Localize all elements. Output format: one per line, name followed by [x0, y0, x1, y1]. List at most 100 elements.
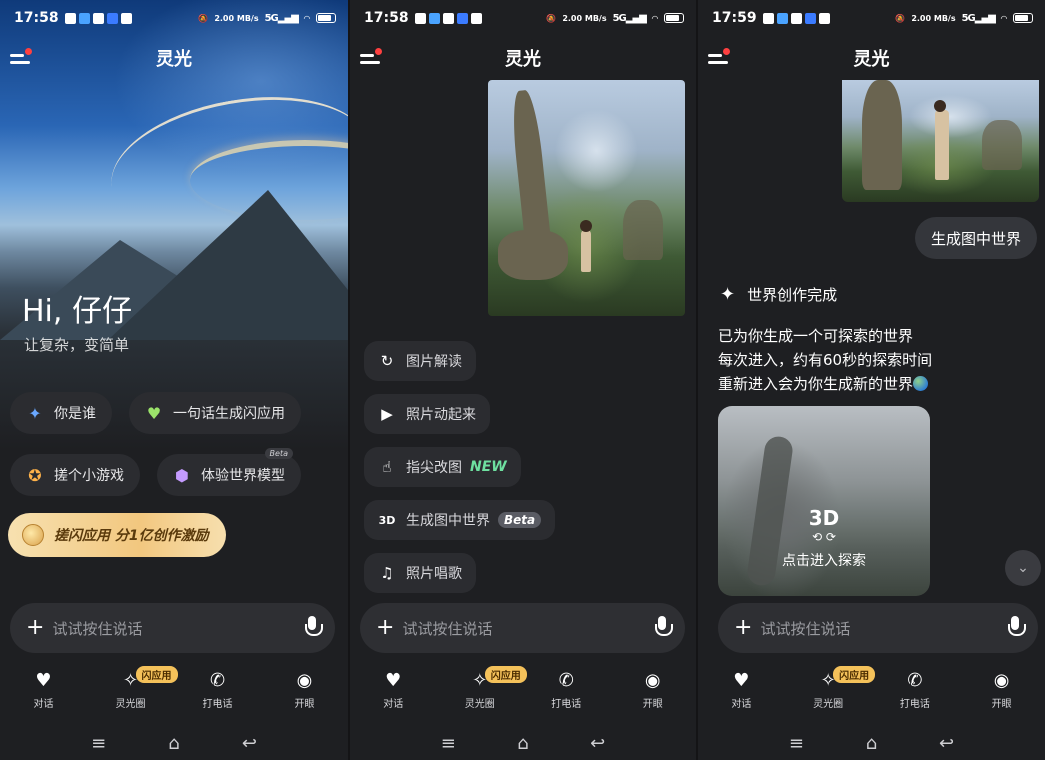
result-message: 已为你生成一个可探索的世界 每次进入，约有60秒的探索时间 重新进入会为你生成新…: [718, 327, 933, 393]
app-header: 灵光: [350, 40, 696, 76]
notification-icon: [762, 12, 774, 24]
app-header: 灵光: [0, 40, 348, 76]
chip-make-game[interactable]: ✪ 搓个小游戏: [10, 454, 140, 496]
beta-tag: Beta: [264, 448, 293, 459]
microphone-icon[interactable]: [305, 616, 323, 640]
cube-icon: ⬢: [175, 465, 189, 485]
refresh-icon: ↻: [380, 352, 394, 370]
app-title: 灵光: [853, 49, 890, 70]
greeting: Hi, 仔仔: [22, 294, 132, 329]
back-icon[interactable]: ↩: [590, 733, 605, 754]
home-icon[interactable]: ⌂: [168, 733, 179, 754]
mute-icon: 🔕: [546, 13, 557, 23]
status-time: 17:58: [14, 10, 59, 26]
notification-dot: [375, 48, 382, 55]
eye-icon: ◉: [993, 669, 1010, 691]
tool-fingertip-edit[interactable]: ☝ 指尖改图 NEW: [364, 447, 521, 487]
dinosaur-far: [623, 200, 663, 260]
plus-icon[interactable]: +: [734, 617, 752, 639]
chip-who-are-you[interactable]: ✦ 你是谁: [10, 392, 112, 434]
scroll-down-button[interactable]: ⌄: [1005, 550, 1041, 586]
nav-chat[interactable]: ♥ 对话: [9, 668, 79, 718]
menu-icon[interactable]: ≡: [441, 733, 456, 754]
heart-sparkle-icon: ♥: [146, 403, 162, 423]
plus-icon[interactable]: +: [26, 617, 44, 639]
notification-icon: [818, 12, 830, 24]
nav-lingguang-circle[interactable]: ✧ 灵光圈 闪应用: [793, 666, 876, 718]
promo-banner[interactable]: 搓闪应用 分1亿创作激励: [8, 513, 226, 557]
music-note-icon: ♫: [380, 564, 394, 582]
uploaded-image[interactable]: [488, 80, 685, 316]
notification-icon: [804, 12, 816, 24]
nav-chat[interactable]: ♥ 对话: [358, 668, 428, 718]
nav-lingguang-circle[interactable]: ✧ 灵光圈 闪应用: [445, 666, 527, 718]
nav-open-eye[interactable]: ◉ 开眼: [270, 668, 340, 718]
menu-icon[interactable]: ≡: [789, 733, 804, 754]
chip-generate-flash-app[interactable]: ♥ 一句话生成闪应用: [129, 392, 301, 434]
signal-icon: 5G▂▄▆: [612, 12, 647, 24]
eye-icon: ◉: [644, 669, 661, 691]
nav-open-eye[interactable]: ◉ 开眼: [618, 668, 688, 718]
uploaded-image[interactable]: [842, 80, 1039, 202]
notification-icon: [442, 12, 454, 24]
world-screen: 17:59 🔕 2.00 MB/s 5G▂▄▆ ◠ 灵光 生成图中世界 ✦ 世界…: [698, 0, 1045, 760]
nav-lingguang-circle[interactable]: ✧ 灵光圈 闪应用: [96, 666, 178, 718]
nav-call[interactable]: ✆ 打电话: [183, 668, 253, 718]
beta-tag: Beta: [498, 512, 542, 528]
chip-world-model[interactable]: ⬢ 体验世界模型 Beta: [157, 448, 301, 496]
signal-icon: 5G▂▄▆: [961, 12, 996, 24]
home-icon[interactable]: ⌂: [866, 733, 877, 754]
status-bar: 17:58 🔕 2.00 MB/s 5G▂▄▆ ◠: [350, 0, 696, 36]
voice-input[interactable]: + 试试按住说话: [360, 603, 685, 653]
back-icon[interactable]: ↩: [242, 733, 257, 754]
status-bar: 17:58 🔕 2.00 MB/s 5G▂▄▆ ◠: [0, 0, 348, 36]
nav-chat[interactable]: ♥ 对话: [706, 668, 776, 718]
phone-icon: ✆: [907, 669, 923, 691]
bottom-nav: ♥ 对话 ✧ 灵光圈 闪应用 ✆ 打电话 ◉ 开眼: [698, 666, 1045, 718]
mute-icon: 🔕: [198, 13, 209, 23]
tool-animate-photo[interactable]: ▶ 照片动起来: [364, 394, 490, 434]
menu-button[interactable]: [10, 48, 34, 68]
wifi-icon: ◠: [1000, 13, 1007, 23]
sparkle-icon: ✦: [720, 284, 736, 305]
status-bar: 17:59 🔕 2.00 MB/s 5G▂▄▆ ◠: [698, 0, 1045, 36]
phone-icon: ✆: [209, 669, 226, 691]
plus-icon[interactable]: +: [376, 617, 394, 639]
back-icon[interactable]: ↩: [939, 733, 954, 754]
new-tag: NEW: [470, 459, 507, 475]
input-placeholder: 试试按住说话: [760, 619, 851, 638]
dinosaur-far: [982, 120, 1022, 170]
flash-app-badge: 闪应用: [484, 666, 527, 683]
tool-image-reading[interactable]: ↻ 图片解读: [364, 341, 476, 381]
system-nav: ≡ ⌂ ↩: [350, 728, 696, 758]
menu-icon[interactable]: ≡: [91, 733, 106, 754]
nav-call[interactable]: ✆ 打电话: [880, 668, 950, 718]
tool-generate-world[interactable]: 3D 生成图中世界 Beta: [364, 500, 556, 540]
input-placeholder: 试试按住说话: [402, 619, 493, 638]
menu-button[interactable]: [360, 48, 384, 68]
tools-screen: 17:58 🔕 2.00 MB/s 5G▂▄▆ ◠ 灵光 ↻ 图片解读 ▶ 照片…: [350, 0, 696, 760]
tool-photo-sing[interactable]: ♫ 照片唱歌: [364, 553, 476, 593]
network-speed: 2.00 MB/s: [911, 13, 956, 23]
system-nav: ≡ ⌂ ↩: [698, 728, 1045, 758]
menu-button[interactable]: [708, 48, 732, 68]
network-speed: 2.00 MB/s: [214, 13, 259, 23]
network-speed: 2.00 MB/s: [562, 13, 607, 23]
status-time: 17:59: [712, 10, 757, 26]
notification-icon: [776, 12, 788, 24]
microphone-icon[interactable]: [1008, 616, 1026, 640]
voice-input[interactable]: + 试试按住说话: [718, 603, 1038, 653]
world-preview-card[interactable]: 3D ⟲ ⟳ 点击进入探索: [718, 406, 930, 596]
play-square-icon: ▶: [381, 405, 393, 423]
flash-app-badge: 闪应用: [135, 666, 178, 683]
girl-figure: [580, 220, 592, 272]
nav-open-eye[interactable]: ◉ 开眼: [967, 668, 1037, 718]
nav-call[interactable]: ✆ 打电话: [531, 668, 601, 718]
microphone-icon[interactable]: [655, 616, 673, 640]
phone-icon: ✆: [558, 669, 574, 691]
system-nav: ≡ ⌂ ↩: [0, 728, 348, 758]
home-icon[interactable]: ⌂: [517, 733, 528, 754]
notification-icon: [456, 12, 468, 24]
notification-icon: [790, 12, 802, 24]
voice-input[interactable]: + 试试按住说话: [10, 603, 335, 653]
